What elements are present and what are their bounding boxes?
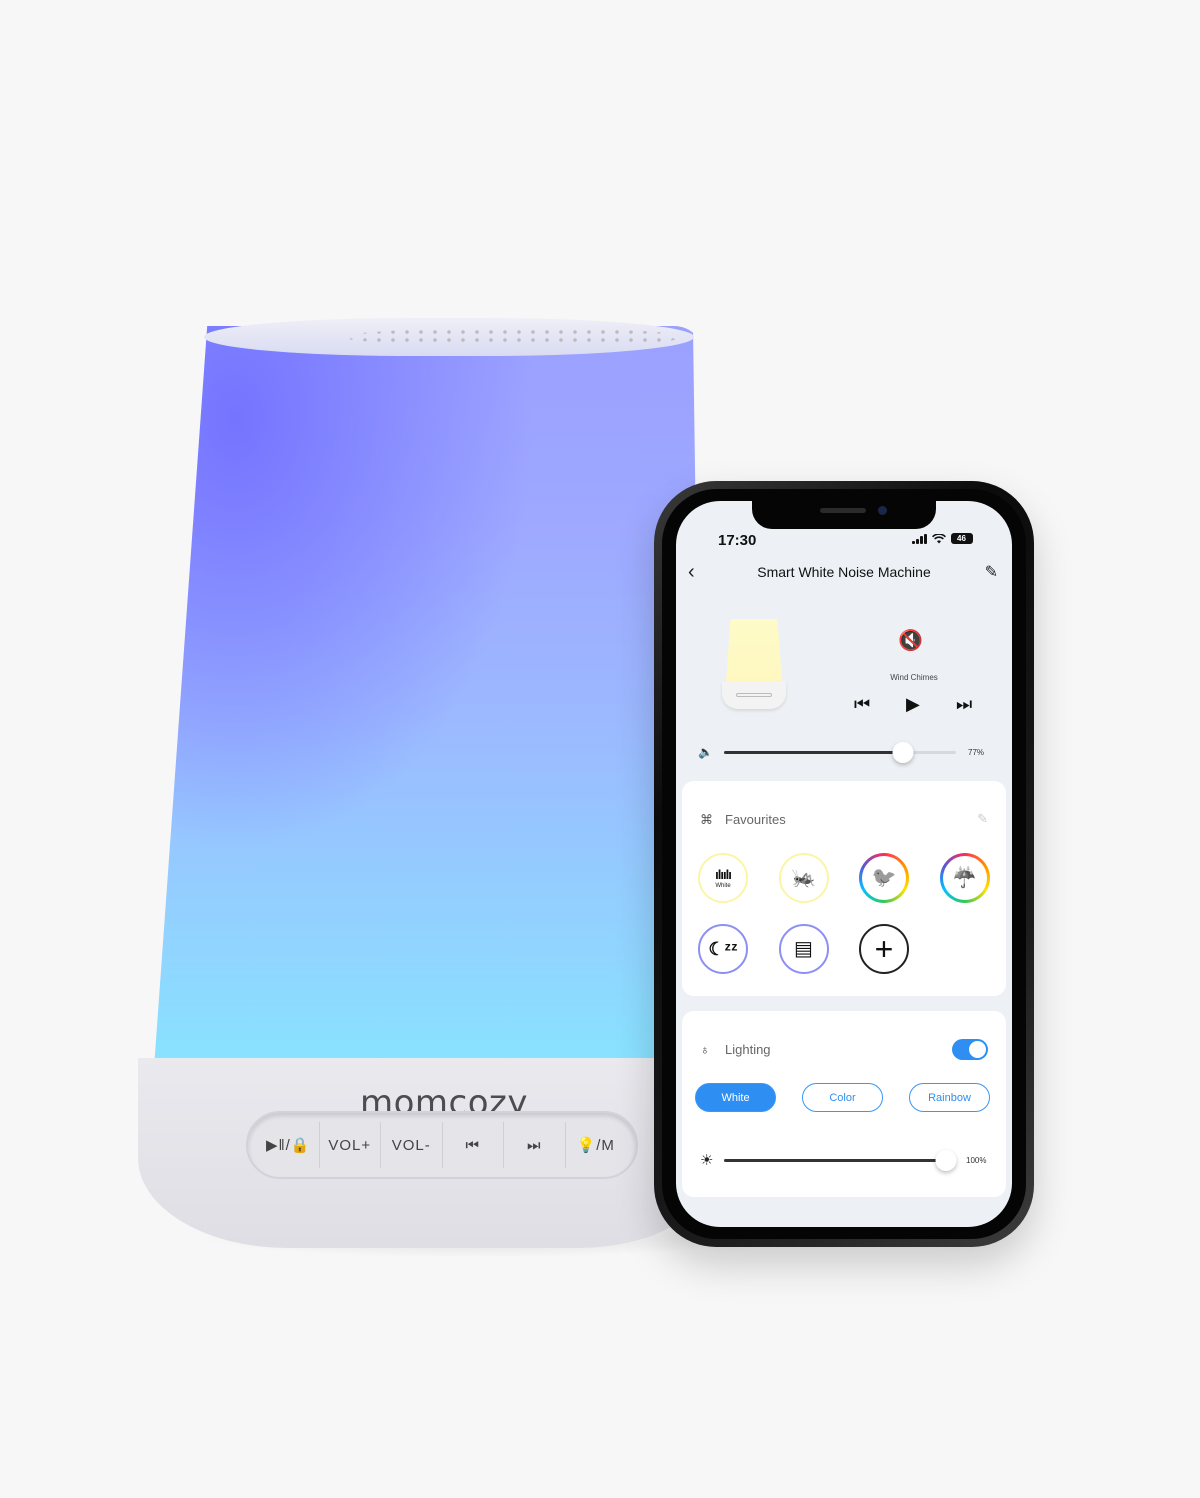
volume-slider-fill: [724, 751, 903, 754]
edit-icon[interactable]: ✎: [985, 562, 998, 582]
mode-color-button[interactable]: Color: [802, 1083, 883, 1112]
lamp-volume-up-button[interactable]: VOL+: [320, 1122, 381, 1168]
favourite-white-noise[interactable]: ılıılı White: [698, 853, 748, 903]
plus-icon: +: [874, 931, 894, 967]
lamp-play-pause-lock-button[interactable]: ▶‖/🔒: [258, 1122, 320, 1168]
status-time: 17:30: [718, 532, 757, 549]
favourite-lullaby[interactable]: ☾ᶻᶻ: [698, 924, 748, 974]
volume-icon: 🔈: [698, 745, 713, 759]
mute-icon[interactable]: 🔇: [898, 628, 923, 653]
lamp-volume-down-button[interactable]: VOL-: [381, 1122, 443, 1168]
wifi-icon: [931, 533, 946, 543]
volume-slider-thumb[interactable]: [892, 742, 914, 763]
pencil-icon[interactable]: ✎: [977, 811, 988, 827]
brightness-icon: ☀: [700, 1152, 714, 1169]
lighting-title: Lighting: [725, 1042, 771, 1057]
lamp-button-panel: ▶‖/🔒 VOL+ VOL- ⏮ ⏭ 💡/M: [246, 1111, 638, 1179]
mode-white-button[interactable]: White: [695, 1083, 776, 1112]
lamp-previous-button[interactable]: ⏮: [443, 1122, 504, 1168]
lamp-glow-shade: [152, 326, 704, 1096]
page-title: Smart White Noise Machine: [757, 564, 931, 580]
play-button[interactable]: ▶: [906, 694, 920, 715]
add-favourite-button[interactable]: +: [859, 924, 909, 974]
rain-cloud-icon: ☔: [952, 867, 977, 889]
front-camera: [878, 506, 887, 515]
brightness-percent: 100%: [966, 1156, 987, 1165]
favourite-cricket[interactable]: 🦗: [778, 853, 829, 903]
device-thumbnail: [722, 619, 786, 709]
smartphone: 17:30 46 ‹ Smart White Noise Machine ✎ 🔇…: [654, 481, 1034, 1247]
volume-slider[interactable]: [724, 742, 956, 763]
favourites-grid: ılıılı White 🦗 🐦 ☔ ☾ᶻᶻ ▤ +: [698, 853, 998, 974]
previous-track-button[interactable]: ⏮: [854, 694, 870, 715]
signal-icon: [912, 533, 927, 544]
favourites-title: Favourites: [725, 812, 786, 827]
phone-notch: [752, 501, 936, 529]
battery-icon: 46: [950, 533, 973, 544]
volume-percent: 77%: [968, 748, 985, 757]
brightness-slider-fill: [724, 1159, 946, 1162]
next-track-button[interactable]: ⏭: [956, 694, 972, 715]
cricket-icon: 🦗: [791, 867, 816, 889]
sound-wave-icon: ılıılı: [715, 866, 732, 882]
lighting-toggle[interactable]: [952, 1039, 988, 1060]
mode-rainbow-button[interactable]: Rainbow: [909, 1083, 990, 1112]
thumbnail-base: [722, 681, 786, 709]
thumbnail-buttons: [736, 693, 772, 697]
brightness-slider-thumb[interactable]: [935, 1150, 957, 1171]
favourite-rain[interactable]: ☔: [939, 853, 990, 903]
app-screen: 17:30 46 ‹ Smart White Noise Machine ✎ 🔇…: [676, 501, 1012, 1227]
speaker-holes: [344, 328, 684, 346]
thumbnail-shade: [726, 619, 782, 683]
white-noise-machine: momcozy ▶‖/🔒 VOL+ VOL- ⏮ ⏭ 💡/M: [138, 318, 758, 1258]
lighting-card: ♁ Lighting White Color Rainbow ☀ 100%: [682, 1011, 1006, 1197]
lamp-speaker-grille: [204, 318, 694, 356]
brightness-slider[interactable]: [724, 1150, 957, 1171]
lamp-next-button[interactable]: ⏭: [504, 1122, 566, 1168]
status-icons: 46: [912, 533, 973, 544]
moon-sleep-icon: ☾ᶻᶻ: [708, 939, 738, 959]
favourites-card: ⌘ Favourites ✎ ılıılı White 🦗 🐦 ☔ ☾ᶻᶻ ▤ …: [682, 781, 1006, 996]
favourite-bird[interactable]: 🐦: [859, 853, 909, 903]
lamp-light-mode-button[interactable]: 💡/M: [566, 1122, 627, 1168]
toggle-knob: [969, 1041, 986, 1058]
bulb-icon: ♁: [700, 1042, 710, 1057]
track-name: Wind Chimes: [890, 673, 938, 682]
awning-icon: ▤: [794, 938, 813, 960]
bird-icon: 🐦: [871, 867, 897, 889]
favourite-rain-awning[interactable]: ▤: [778, 924, 829, 974]
favourite-label: White: [715, 882, 731, 889]
earpiece: [820, 508, 866, 513]
grid-icon: ⌘: [700, 812, 713, 827]
